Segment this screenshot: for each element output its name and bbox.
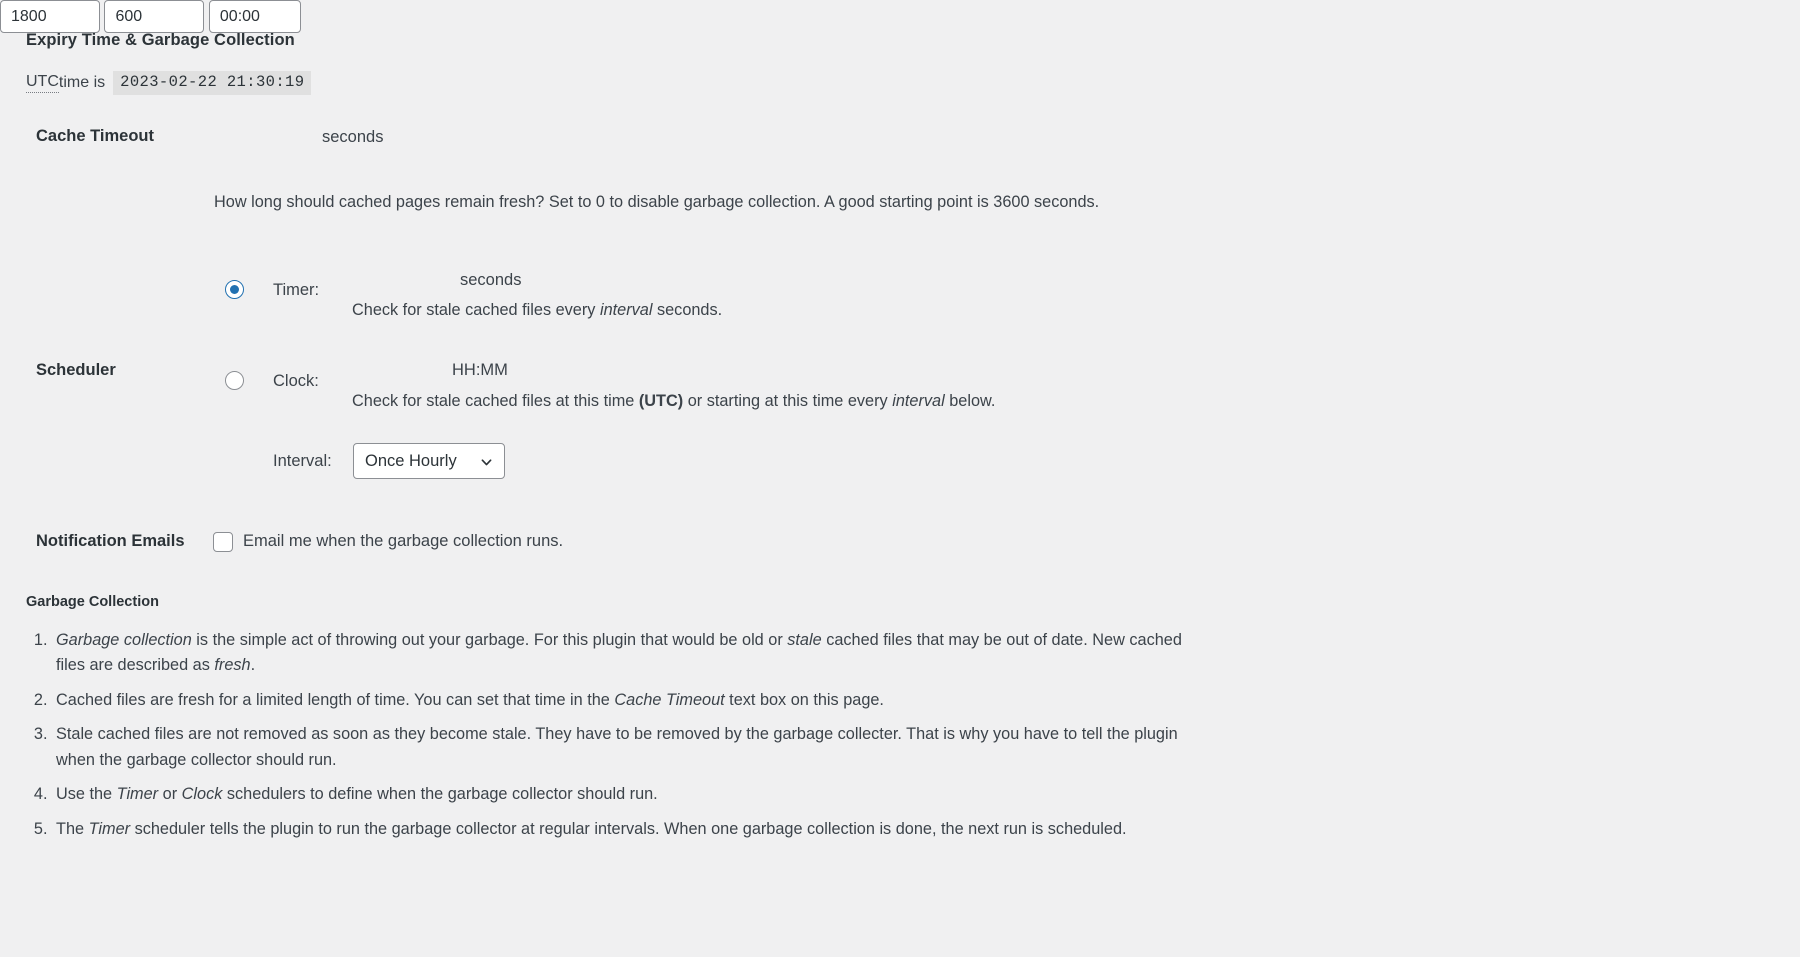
timer-desc-emphasis: interval — [599, 301, 653, 319]
clock-desc-part3: below. — [944, 392, 996, 410]
scheduler-timer-input[interactable] — [104, 0, 205, 33]
scheduler-clock-unit: HH:MM — [452, 361, 508, 379]
notification-emails-checkbox-label: Email me when the garbage collection run… — [243, 532, 564, 550]
scheduler-clock-input[interactable] — [208, 0, 301, 33]
list-item: Garbage collection is the simple act of … — [52, 628, 1212, 679]
scheduler-clock-label: Clock: — [273, 372, 319, 390]
list-item: Use the Timer or Clock schedulers to def… — [52, 782, 1212, 807]
list-item-emphasis: Garbage collection — [56, 631, 192, 649]
list-item: Stale cached files are not removed as so… — [52, 722, 1212, 773]
list-item-text: Use the — [56, 785, 117, 804]
list-item-emphasis: stale — [787, 631, 822, 649]
timer-desc-part2: seconds. — [652, 301, 723, 319]
scheduler-label: Scheduler — [36, 361, 116, 379]
list-item-text: scheduler tells the plugin to run the ga… — [130, 819, 1127, 838]
list-item-text: text box on this page. — [724, 690, 884, 709]
page-title: Expiry Time & Garbage Collection — [26, 31, 295, 49]
scheduler-clock-radio[interactable] — [225, 371, 244, 390]
list-item-text: The — [56, 819, 89, 838]
list-item: Cached files are fresh for a limited len… — [52, 688, 1212, 713]
list-item: The Timer scheduler tells the plugin to … — [52, 817, 1212, 842]
scheduler-interval-select[interactable]: Once Hourly — [353, 443, 505, 479]
list-item-emphasis: fresh — [214, 656, 251, 675]
cache-timeout-label: Cache Timeout — [36, 127, 154, 145]
cache-timeout-input[interactable] — [0, 0, 100, 33]
scheduler-timer-description: Check for stale cached files every inter… — [352, 298, 722, 322]
utc-time-line: UTC time is 2023-02-22 21:30:19 — [26, 71, 312, 96]
garbage-collection-title: Garbage Collection — [26, 594, 159, 610]
list-item-text: schedulers to define when the garbage co… — [222, 785, 658, 804]
clock-desc-part2: or starting at this time every — [683, 392, 893, 410]
scheduler-clock-description: Check for stale cached files at this tim… — [352, 389, 995, 413]
clock-desc-part1: Check for stale cached files at this tim… — [352, 392, 639, 410]
notification-emails-label: Notification Emails — [36, 532, 185, 550]
utc-abbreviation: UTC — [26, 73, 59, 94]
list-item-emphasis: Timer — [88, 819, 131, 838]
list-item-text: is the simple act of throwing out your g… — [191, 631, 788, 649]
scheduler-timer-unit: seconds — [460, 271, 522, 289]
notification-emails-checkbox[interactable] — [213, 532, 233, 552]
timer-desc-part1: Check for stale cached files every — [352, 301, 600, 319]
scheduler-timer-label: Timer: — [273, 281, 320, 299]
list-item-emphasis: Cache Timeout — [614, 690, 725, 709]
interval-select-wrapper: Once Hourly — [353, 443, 505, 479]
list-item-text: or — [158, 785, 182, 804]
garbage-collection-list: Garbage collection is the simple act of … — [26, 628, 1212, 851]
list-item-text: . — [250, 656, 256, 675]
list-item-emphasis: Clock — [181, 785, 223, 804]
clock-desc-emphasis: interval — [892, 392, 945, 410]
list-item-text: Stale cached files are not removed as so… — [56, 725, 1178, 769]
list-item-emphasis: Timer — [116, 785, 159, 804]
utc-time-text: time is — [58, 74, 106, 92]
cache-timeout-description: How long should cached pages remain fres… — [214, 193, 1100, 211]
scheduler-interval-label: Interval: — [273, 452, 332, 470]
settings-page: Expiry Time & Garbage Collection UTC tim… — [0, 0, 1800, 957]
cache-timeout-unit: seconds — [322, 128, 384, 146]
list-item-text: Cached files are fresh for a limited len… — [56, 690, 615, 709]
scheduler-timer-radio[interactable] — [225, 280, 244, 299]
utc-time-value: 2023-02-22 21:30:19 — [113, 71, 312, 96]
clock-desc-utc: (UTC) — [638, 392, 684, 410]
